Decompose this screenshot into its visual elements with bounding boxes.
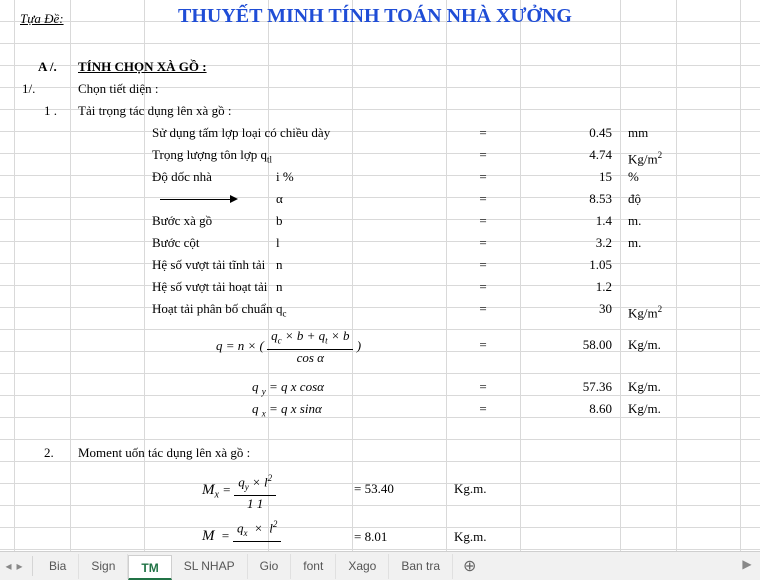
formula-unit: Kg.m. (450, 526, 491, 548)
param-val: 1.2 (520, 276, 616, 298)
formula-val: = 53.40 (350, 478, 398, 500)
equals: = (446, 122, 520, 144)
tab-nav-next-icon[interactable]: ▸ (15, 556, 24, 576)
equals: = (446, 298, 520, 320)
param-sym: qc (272, 298, 291, 320)
text: Kg/m (628, 151, 658, 166)
point1-label: 1 . (40, 100, 61, 122)
param-val: 4.74 (520, 144, 616, 166)
sup: 2 (658, 150, 663, 160)
equals: = (446, 188, 520, 210)
section-a-label: A /. (34, 56, 61, 78)
separator (32, 556, 33, 576)
sheet-tab-sign[interactable]: Sign (79, 554, 128, 579)
equals: = (446, 398, 520, 420)
formula-unit: Kg/m. (624, 376, 665, 398)
param-val: 30 (520, 298, 616, 320)
text: q = n × ( (216, 338, 264, 353)
param-sym: i % (272, 166, 298, 188)
tab-scroll-right-icon[interactable]: ▶ (738, 557, 756, 575)
param-desc: Hệ số vượt tải tĩnh tải (148, 254, 269, 276)
sub1-label: 1/. (18, 78, 39, 100)
tua-de-label: Tựa Đề: (16, 8, 68, 30)
param-desc: Trọng lượng tôn lợp qtl (148, 144, 276, 166)
param-val: 0.45 (520, 122, 616, 144)
formula-unit: Kg.m. (450, 478, 491, 500)
equals: = (446, 376, 520, 398)
param-val: 15 (520, 166, 616, 188)
sheet-tab-gio[interactable]: Gio (248, 554, 292, 579)
sheet-tab-bia[interactable]: Bia (37, 554, 79, 579)
equals: = (446, 144, 520, 166)
formula-qx: q x = q x sinα (248, 398, 326, 420)
formula-q: q = n × ( qc × b + qt × b cos α ) (212, 326, 365, 366)
text: ) (357, 338, 361, 353)
equals: = (446, 254, 520, 276)
equals: = (446, 232, 520, 254)
param-desc: Bước cột (148, 232, 204, 254)
formula-m: M = qx × l2 (198, 516, 285, 551)
param-val: 8.53 (520, 188, 616, 210)
param-unit: Kg/m2 (624, 144, 666, 166)
new-sheet-button[interactable]: ⊕ (453, 556, 486, 576)
param-unit: m. (624, 232, 645, 254)
formula-val: = 8.01 (350, 526, 391, 548)
equals: = (446, 210, 520, 232)
page-title: THUYẾT MINH TÍNH TOÁN NHÀ XƯỞNG (150, 2, 600, 30)
param-sym: n (272, 276, 287, 298)
param-desc: Hoạt tải phân bố chuẩn (148, 298, 277, 320)
sub1-text: Chọn tiết diện : (74, 78, 163, 100)
formula-val: 57.36 (520, 376, 616, 398)
param-val: 1.4 (520, 210, 616, 232)
param-sym: l (272, 232, 284, 254)
point2-text: Moment uốn tác dụng lên xà gồ : (74, 442, 254, 464)
sheet-tab-strip: ◂ ▸ BiaSignTMSL NHAPGiofontXagoBan tra ⊕… (0, 551, 760, 580)
param-desc: Sử dụng tấm lợp loại có chiều dày (148, 122, 334, 144)
param-unit: Kg/m2 (624, 298, 666, 320)
param-unit: mm (624, 122, 652, 144)
text: Kg/m (628, 305, 658, 320)
sheet-tab-font[interactable]: font (291, 554, 336, 579)
param-unit: độ (624, 188, 645, 210)
tab-nav: ◂ ▸ (4, 556, 24, 576)
param-desc: Độ dốc nhà (148, 166, 216, 188)
formula-val: 58.00 (520, 334, 616, 356)
formula-unit: Kg/m. (624, 334, 665, 356)
param-val: 3.2 (520, 232, 616, 254)
formula-val: 8.60 (520, 398, 616, 420)
sheet-tab-ban-tra[interactable]: Ban tra (389, 554, 453, 579)
param-desc: Hệ số vượt tải hoạt tải (148, 276, 271, 298)
text: Trọng lượng tôn lợp q (152, 147, 267, 162)
equals: = (446, 334, 520, 356)
arrow-line (160, 199, 230, 200)
sheet-tab-xago[interactable]: Xago (336, 554, 389, 579)
formula-unit: Kg/m. (624, 398, 665, 420)
point1-text: Tải trọng tác dụng lên xà gồ : (74, 100, 235, 122)
formula-qy: q y = q x cosα (248, 376, 328, 398)
sheet-tab-tm[interactable]: TM (128, 555, 171, 580)
sup: 2 (658, 304, 663, 314)
param-desc: Bước xà gồ (148, 210, 216, 232)
arrow-head-icon (230, 195, 238, 203)
tab-nav-prev-icon[interactable]: ◂ (4, 556, 13, 576)
sheet-tab-sl-nhap[interactable]: SL NHAP (172, 554, 248, 579)
param-unit: % (624, 166, 643, 188)
equals: = (446, 166, 520, 188)
section-a-text: TÍNH CHỌN XÀ GỒ : (74, 56, 211, 78)
param-unit: m. (624, 210, 645, 232)
worksheet-area[interactable]: Tựa Đề: THUYẾT MINH TÍNH TOÁN NHÀ XƯỞNG … (0, 0, 760, 551)
equals: = (446, 276, 520, 298)
formula-mx: Mx = qy × l2 1 1 (198, 470, 280, 510)
param-sym: n (272, 254, 287, 276)
param-val: 1.05 (520, 254, 616, 276)
point2-label: 2. (40, 442, 58, 464)
param-sym: α (272, 188, 287, 210)
param-sym: b (272, 210, 287, 232)
